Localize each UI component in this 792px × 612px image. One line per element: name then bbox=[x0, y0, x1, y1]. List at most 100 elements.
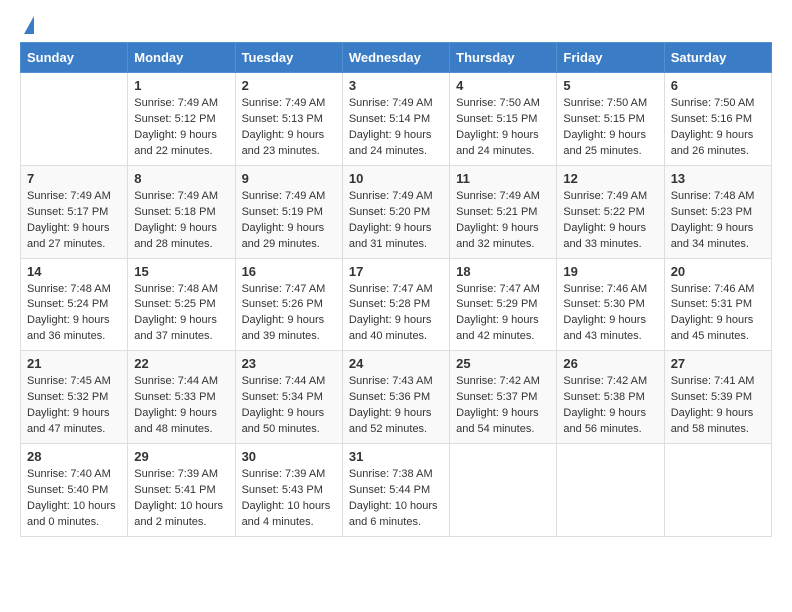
calendar-cell: 29Sunrise: 7:39 AMSunset: 5:41 PMDayligh… bbox=[128, 444, 235, 537]
calendar-cell: 21Sunrise: 7:45 AMSunset: 5:32 PMDayligh… bbox=[21, 351, 128, 444]
day-detail: Sunrise: 7:41 AMSunset: 5:39 PMDaylight:… bbox=[671, 374, 765, 438]
day-detail: Sunrise: 7:49 AMSunset: 5:18 PMDaylight:… bbox=[134, 189, 228, 253]
day-detail: Sunrise: 7:49 AMSunset: 5:20 PMDaylight:… bbox=[349, 189, 443, 253]
logo bbox=[20, 16, 34, 34]
day-detail: Sunrise: 7:48 AMSunset: 5:25 PMDaylight:… bbox=[134, 282, 228, 346]
day-number: 12 bbox=[563, 171, 657, 186]
day-number: 24 bbox=[349, 356, 443, 371]
day-detail: Sunrise: 7:44 AMSunset: 5:33 PMDaylight:… bbox=[134, 374, 228, 438]
calendar-week-2: 7 Sunrise: 7:49 AMSunset: 5:17 PMDaylight… bbox=[21, 165, 772, 258]
calendar-cell: 25 Sunrise: 7:42 AMSunset: 5:37 PMDayligh… bbox=[450, 351, 557, 444]
calendar-cell: 19Sunrise: 7:46 AMSunset: 5:30 PMDayligh… bbox=[557, 258, 664, 351]
day-number: 31 bbox=[349, 449, 443, 464]
calendar-week-4: 21Sunrise: 7:45 AMSunset: 5:32 PMDayligh… bbox=[21, 351, 772, 444]
day-number: 19 bbox=[563, 264, 657, 279]
day-detail: Sunrise: 7:38 AMSunset: 5:44 PMDaylight:… bbox=[349, 467, 443, 531]
day-detail: Sunrise: 7:50 AMSunset: 5:16 PMDaylight:… bbox=[671, 96, 765, 160]
calendar-cell: 5 Sunrise: 7:50 AMSunset: 5:15 PMDaylight… bbox=[557, 73, 664, 166]
calendar-cell bbox=[21, 73, 128, 166]
calendar-cell: 22 Sunrise: 7:44 AMSunset: 5:33 PMDayligh… bbox=[128, 351, 235, 444]
calendar-cell: 23 Sunrise: 7:44 AMSunset: 5:34 PMDayligh… bbox=[235, 351, 342, 444]
day-detail: Sunrise: 7:49 AMSunset: 5:12 PMDaylight:… bbox=[134, 96, 228, 160]
day-number: 20 bbox=[671, 264, 765, 279]
day-number: 6 bbox=[671, 78, 765, 93]
calendar-cell: 3Sunrise: 7:49 AMSunset: 5:14 PMDaylight… bbox=[342, 73, 449, 166]
day-detail: Sunrise: 7:49 AMSunset: 5:13 PMDaylight:… bbox=[242, 96, 336, 160]
day-number: 15 bbox=[134, 264, 228, 279]
day-detail: Sunrise: 7:42 AMSunset: 5:37 PMDaylight:… bbox=[456, 374, 550, 438]
calendar-cell: 18 Sunrise: 7:47 AMSunset: 5:29 PMDayligh… bbox=[450, 258, 557, 351]
calendar-cell: 24 Sunrise: 7:43 AMSunset: 5:36 PMDayligh… bbox=[342, 351, 449, 444]
day-number: 3 bbox=[349, 78, 443, 93]
calendar-week-1: 1 Sunrise: 7:49 AMSunset: 5:12 PMDaylight… bbox=[21, 73, 772, 166]
calendar-cell: 12Sunrise: 7:49 AMSunset: 5:22 PMDayligh… bbox=[557, 165, 664, 258]
calendar-cell: 4 Sunrise: 7:50 AMSunset: 5:15 PMDaylight… bbox=[450, 73, 557, 166]
day-detail: Sunrise: 7:40 AMSunset: 5:40 PMDaylight:… bbox=[27, 467, 121, 531]
weekday-header-friday: Friday bbox=[557, 43, 664, 73]
day-number: 27 bbox=[671, 356, 765, 371]
day-detail: Sunrise: 7:47 AMSunset: 5:28 PMDaylight:… bbox=[349, 282, 443, 346]
day-number: 11 bbox=[456, 171, 550, 186]
day-number: 1 bbox=[134, 78, 228, 93]
weekday-header-thursday: Thursday bbox=[450, 43, 557, 73]
weekday-header-row: SundayMondayTuesdayWednesdayThursdayFrid… bbox=[21, 43, 772, 73]
day-detail: Sunrise: 7:49 AMSunset: 5:21 PMDaylight:… bbox=[456, 189, 550, 253]
day-detail: Sunrise: 7:49 AMSunset: 5:19 PMDaylight:… bbox=[242, 189, 336, 253]
calendar-cell: 26Sunrise: 7:42 AMSunset: 5:38 PMDayligh… bbox=[557, 351, 664, 444]
calendar-cell: 7 Sunrise: 7:49 AMSunset: 5:17 PMDaylight… bbox=[21, 165, 128, 258]
day-detail: Sunrise: 7:48 AMSunset: 5:23 PMDaylight:… bbox=[671, 189, 765, 253]
day-detail: Sunrise: 7:43 AMSunset: 5:36 PMDaylight:… bbox=[349, 374, 443, 438]
day-number: 22 bbox=[134, 356, 228, 371]
day-number: 30 bbox=[242, 449, 336, 464]
day-detail: Sunrise: 7:39 AMSunset: 5:43 PMDaylight:… bbox=[242, 467, 336, 531]
day-number: 16 bbox=[242, 264, 336, 279]
logo-area bbox=[20, 16, 34, 32]
day-detail: Sunrise: 7:42 AMSunset: 5:38 PMDaylight:… bbox=[563, 374, 657, 438]
day-number: 18 bbox=[456, 264, 550, 279]
calendar-cell bbox=[557, 444, 664, 537]
calendar-cell bbox=[450, 444, 557, 537]
day-number: 23 bbox=[242, 356, 336, 371]
calendar-cell: 6 Sunrise: 7:50 AMSunset: 5:16 PMDaylight… bbox=[664, 73, 771, 166]
weekday-header-monday: Monday bbox=[128, 43, 235, 73]
day-detail: Sunrise: 7:47 AMSunset: 5:26 PMDaylight:… bbox=[242, 282, 336, 346]
day-number: 2 bbox=[242, 78, 336, 93]
day-detail: Sunrise: 7:47 AMSunset: 5:29 PMDaylight:… bbox=[456, 282, 550, 346]
calendar-cell: 31 Sunrise: 7:38 AMSunset: 5:44 PMDayligh… bbox=[342, 444, 449, 537]
day-number: 8 bbox=[134, 171, 228, 186]
calendar-week-5: 28 Sunrise: 7:40 AMSunset: 5:40 PMDayligh… bbox=[21, 444, 772, 537]
calendar-cell: 13 Sunrise: 7:48 AMSunset: 5:23 PMDayligh… bbox=[664, 165, 771, 258]
day-number: 4 bbox=[456, 78, 550, 93]
day-number: 17 bbox=[349, 264, 443, 279]
calendar-cell: 2 Sunrise: 7:49 AMSunset: 5:13 PMDaylight… bbox=[235, 73, 342, 166]
day-number: 13 bbox=[671, 171, 765, 186]
day-detail: Sunrise: 7:48 AMSunset: 5:24 PMDaylight:… bbox=[27, 282, 121, 346]
day-detail: Sunrise: 7:46 AMSunset: 5:31 PMDaylight:… bbox=[671, 282, 765, 346]
calendar-cell: 11 Sunrise: 7:49 AMSunset: 5:21 PMDayligh… bbox=[450, 165, 557, 258]
weekday-header-saturday: Saturday bbox=[664, 43, 771, 73]
calendar-cell: 1 Sunrise: 7:49 AMSunset: 5:12 PMDaylight… bbox=[128, 73, 235, 166]
day-number: 5 bbox=[563, 78, 657, 93]
calendar-cell: 14 Sunrise: 7:48 AMSunset: 5:24 PMDayligh… bbox=[21, 258, 128, 351]
weekday-header-tuesday: Tuesday bbox=[235, 43, 342, 73]
day-number: 9 bbox=[242, 171, 336, 186]
day-number: 29 bbox=[134, 449, 228, 464]
day-number: 25 bbox=[456, 356, 550, 371]
calendar-cell: 8 Sunrise: 7:49 AMSunset: 5:18 PMDaylight… bbox=[128, 165, 235, 258]
calendar-cell: 9 Sunrise: 7:49 AMSunset: 5:19 PMDaylight… bbox=[235, 165, 342, 258]
calendar-cell: 15 Sunrise: 7:48 AMSunset: 5:25 PMDayligh… bbox=[128, 258, 235, 351]
logo-triangle-icon bbox=[24, 16, 34, 34]
calendar-cell: 20 Sunrise: 7:46 AMSunset: 5:31 PMDayligh… bbox=[664, 258, 771, 351]
day-number: 7 bbox=[27, 171, 121, 186]
day-detail: Sunrise: 7:44 AMSunset: 5:34 PMDaylight:… bbox=[242, 374, 336, 438]
calendar-cell: 30 Sunrise: 7:39 AMSunset: 5:43 PMDayligh… bbox=[235, 444, 342, 537]
day-detail: Sunrise: 7:50 AMSunset: 5:15 PMDaylight:… bbox=[456, 96, 550, 160]
day-detail: Sunrise: 7:50 AMSunset: 5:15 PMDaylight:… bbox=[563, 96, 657, 160]
weekday-header-sunday: Sunday bbox=[21, 43, 128, 73]
day-number: 14 bbox=[27, 264, 121, 279]
calendar-week-3: 14 Sunrise: 7:48 AMSunset: 5:24 PMDayligh… bbox=[21, 258, 772, 351]
calendar-cell: 27 Sunrise: 7:41 AMSunset: 5:39 PMDayligh… bbox=[664, 351, 771, 444]
day-number: 28 bbox=[27, 449, 121, 464]
weekday-header-wednesday: Wednesday bbox=[342, 43, 449, 73]
day-detail: Sunrise: 7:49 AMSunset: 5:17 PMDaylight:… bbox=[27, 189, 121, 253]
